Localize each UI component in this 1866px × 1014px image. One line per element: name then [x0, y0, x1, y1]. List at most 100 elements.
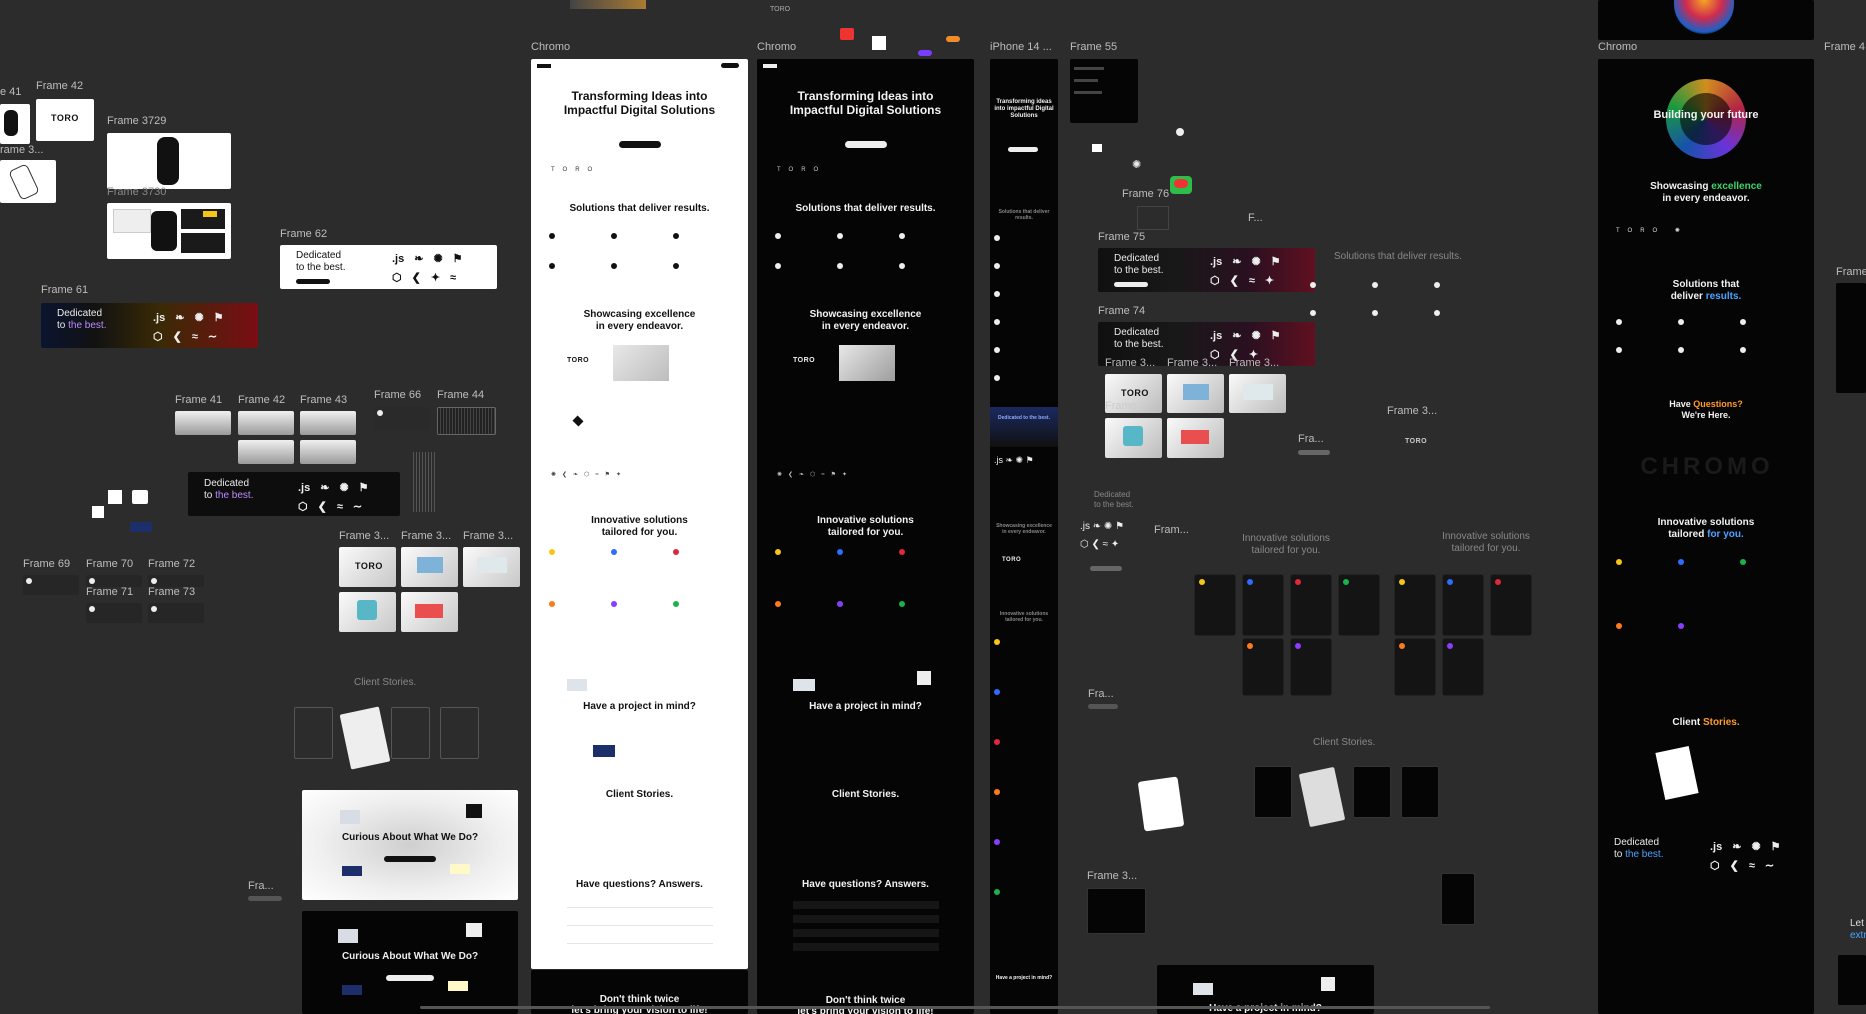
frame-71[interactable]: [86, 603, 142, 623]
hero-cta[interactable]: [845, 141, 887, 148]
device-card[interactable]: [401, 592, 458, 632]
frame-label[interactable]: Fra...: [248, 880, 274, 892]
frame-label[interactable]: e 41: [0, 86, 21, 98]
service-card[interactable]: [1338, 574, 1380, 636]
frame-label[interactable]: Frame 3729: [107, 115, 166, 127]
chromo-dark-page[interactable]: Transforming Ideas into Impactful Digita…: [757, 59, 974, 1014]
horizontal-scrollbar[interactable]: [420, 1006, 1490, 1009]
frame-label[interactable]: Frame 3: [1105, 400, 1146, 412]
right-edge-frame[interactable]: [1836, 283, 1866, 393]
frame-label[interactable]: Fra...: [1088, 688, 1114, 700]
frame-card[interactable]: [238, 440, 294, 464]
frame-label[interactable]: Frame 76: [1122, 188, 1169, 200]
curious-light[interactable]: Curious About What We Do?: [302, 790, 518, 900]
frame-62[interactable]: Dedicated to the best. .js ❧ ✺ ⚑ ⬡ ❮ ✦ ≈: [280, 245, 497, 289]
frame-55[interactable]: [1070, 59, 1138, 123]
frame-label[interactable]: Frame 42: [36, 80, 83, 92]
frame-label[interactable]: Frame 4: [1824, 41, 1865, 53]
frame-label[interactable]: rame 3...: [0, 144, 43, 156]
frame-66[interactable]: [374, 407, 430, 431]
cta-button[interactable]: [386, 975, 434, 981]
frame-label[interactable]: Chromo: [531, 41, 570, 53]
frame-label[interactable]: Frame 3...: [339, 530, 389, 542]
frame-label[interactable]: Frame 3...: [1229, 357, 1279, 369]
service-card[interactable]: [1442, 574, 1484, 636]
frame-label[interactable]: Frame 3...: [1087, 870, 1137, 882]
faq-item[interactable]: [793, 943, 939, 951]
chromo-light-page[interactable]: Transforming Ideas into Impactful Digita…: [531, 59, 748, 969]
frame-label[interactable]: Frame 69: [23, 558, 70, 570]
frame-3729[interactable]: [107, 133, 231, 189]
frame-label[interactable]: Frame 61: [41, 284, 88, 296]
frame-label[interactable]: iPhone 14 ...: [990, 41, 1052, 53]
frame-44[interactable]: [437, 407, 496, 435]
service-card[interactable]: [1490, 574, 1532, 636]
frame-label[interactable]: Frame 3...: [1105, 357, 1155, 369]
faq-item[interactable]: [793, 901, 939, 909]
story-card-featured[interactable]: [1298, 766, 1346, 828]
frame-41[interactable]: [175, 411, 231, 435]
frame-73[interactable]: [148, 603, 204, 623]
frame-label[interactable]: Frame 72: [148, 558, 195, 570]
frame-label[interactable]: Frame 62: [280, 228, 327, 240]
story-card[interactable]: [1254, 766, 1292, 818]
laptop-card[interactable]: [401, 547, 458, 587]
service-card[interactable]: [1242, 638, 1284, 696]
device-card[interactable]: [1105, 418, 1162, 458]
cta-button[interactable]: [384, 856, 436, 862]
service-card[interactable]: [1290, 574, 1332, 636]
frame-label[interactable]: Frame 41: [175, 394, 222, 406]
frame-75[interactable]: Dedicated to the best. .js ❧ ✺ ⚑ ⬡ ❮ ≈ ✦: [1098, 248, 1315, 292]
frame-card[interactable]: [300, 440, 356, 464]
laptop-card[interactable]: [1167, 374, 1224, 413]
service-card[interactable]: [1290, 638, 1332, 696]
laptop-card[interactable]: [463, 547, 520, 587]
frame-label[interactable]: Chromo: [1598, 41, 1637, 53]
frame-label[interactable]: Frame 42: [238, 394, 285, 406]
frame-label[interactable]: Frame 74: [1098, 305, 1145, 317]
chromo-right-page[interactable]: Building your future Showcasing excellen…: [1598, 59, 1814, 1014]
frame-69[interactable]: [23, 575, 79, 595]
service-card[interactable]: [1442, 638, 1484, 696]
frame-label[interactable]: Frame 3...: [463, 530, 513, 542]
story-card[interactable]: [1401, 766, 1439, 818]
laptop-card[interactable]: [1229, 374, 1286, 413]
story-card[interactable]: [294, 707, 333, 759]
frame-label[interactable]: F...: [1248, 212, 1263, 224]
frame-label[interactable]: Frame 3...: [1387, 405, 1437, 417]
frame-72[interactable]: [148, 575, 204, 587]
faq-item[interactable]: [793, 915, 939, 923]
frame-thumb[interactable]: [0, 104, 30, 144]
frame-label[interactable]: Frame: [1836, 266, 1866, 278]
frame-label[interactable]: Frame 73: [148, 586, 195, 598]
frame-label[interactable]: Fra...: [1298, 433, 1324, 445]
service-card[interactable]: [1394, 638, 1436, 696]
frame-3-story[interactable]: [1087, 888, 1146, 934]
service-card[interactable]: [1242, 574, 1284, 636]
frame-label[interactable]: Frame 3730: [107, 186, 166, 198]
floating-card[interactable]: [1137, 776, 1185, 832]
frame-3730[interactable]: [107, 203, 231, 259]
frame-label[interactable]: Frame 66: [374, 389, 421, 401]
frame-label[interactable]: Frame 75: [1098, 231, 1145, 243]
frame-label[interactable]: Fram...: [1154, 524, 1189, 536]
frame-label[interactable]: Chromo: [757, 41, 796, 53]
service-card[interactable]: [1194, 574, 1236, 636]
frame-43[interactable]: [300, 411, 356, 435]
frame-label[interactable]: Frame 71: [86, 586, 133, 598]
device-card[interactable]: [1167, 418, 1224, 458]
story-card-featured[interactable]: [1655, 745, 1699, 801]
frame-thumb[interactable]: [0, 160, 56, 203]
toro-card[interactable]: TORO: [339, 547, 396, 587]
frame-label[interactable]: Frame 44: [437, 389, 484, 401]
curious-dark[interactable]: Curious About What We Do?: [302, 911, 518, 1014]
frame-label[interactable]: Frame 3...: [1167, 357, 1217, 369]
story-card[interactable]: [391, 707, 430, 759]
frame-label[interactable]: Frame 55: [1070, 41, 1117, 53]
faq-item[interactable]: [793, 929, 939, 937]
frame-label[interactable]: Frame 3...: [401, 530, 451, 542]
frame-label[interactable]: Frame 43: [300, 394, 347, 406]
story-card-small[interactable]: [1441, 873, 1475, 925]
iphone-page[interactable]: Transforming ideas into impactful Digita…: [990, 59, 1058, 1014]
story-card[interactable]: [440, 707, 479, 759]
